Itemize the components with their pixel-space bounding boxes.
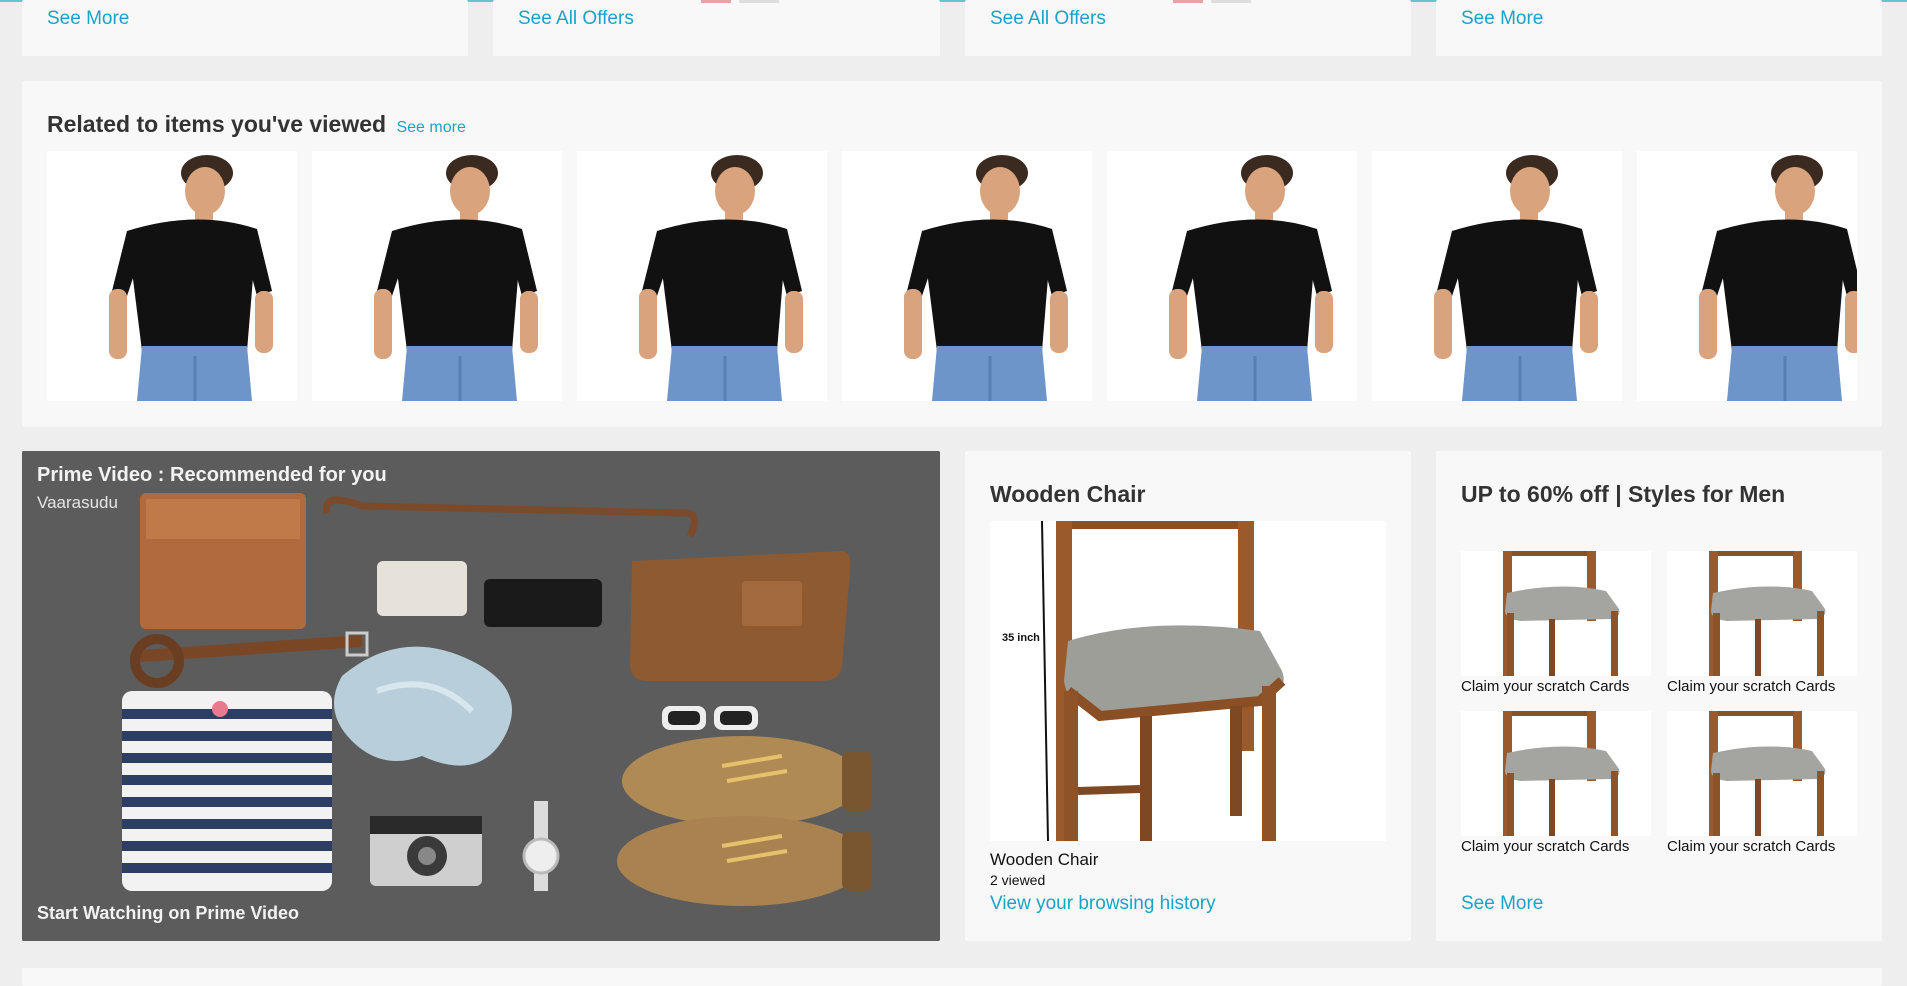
see-more-link[interactable]: See More <box>1461 8 1543 30</box>
style-item-image[interactable] <box>1461 551 1651 676</box>
styles-for-men-card: UP to 60% off | Styles for Men Claim you… <box>1436 451 1882 941</box>
related-item-tile[interactable] <box>47 151 297 401</box>
related-item-tile[interactable] <box>1637 151 1857 401</box>
wooden-chair-heading: Wooden Chair <box>990 481 1146 507</box>
viewed-count: 2 viewed <box>990 872 1046 888</box>
wooden-chair-image[interactable]: 35 inch <box>990 521 1386 841</box>
dimension-label: 35 inch <box>1002 632 1040 644</box>
related-section-title: Related to items you've viewed See more <box>47 111 466 138</box>
style-item-image[interactable] <box>1461 711 1651 836</box>
top-card-1: See More <box>22 0 468 56</box>
browsing-history-link[interactable]: View your browsing history <box>990 893 1216 915</box>
wooden-chair-card: Wooden Chair 35 inch Wooden Chair 2 view… <box>965 451 1411 941</box>
next-section-card <box>22 968 1882 986</box>
related-items-section: Related to items you've viewed See more <box>22 81 1882 427</box>
related-title-text: Related to items you've viewed <box>47 111 387 137</box>
related-see-more-link[interactable]: See more <box>396 119 465 136</box>
related-item-tile[interactable] <box>842 151 1092 401</box>
offer-image-sliver <box>701 0 781 5</box>
prime-card-subtitle: Vaarasudu <box>37 493 118 512</box>
top-card-2: See All Offers <box>493 0 940 56</box>
related-item-tile[interactable] <box>312 151 562 401</box>
scratch-card-caption[interactable]: Claim your scratch Cards <box>1461 678 1629 695</box>
top-card-3: See All Offers <box>965 0 1411 56</box>
tshirt-model-image <box>1107 151 1357 401</box>
tshirt-model-image <box>47 151 297 401</box>
related-item-tile[interactable] <box>577 151 827 401</box>
scratch-card-caption[interactable]: Claim your scratch Cards <box>1667 838 1835 855</box>
scratch-card-caption[interactable]: Claim your scratch Cards <box>1461 838 1629 855</box>
scratch-card-caption[interactable]: Claim your scratch Cards <box>1667 678 1835 695</box>
product-name[interactable]: Wooden Chair <box>990 850 1098 870</box>
see-all-offers-link[interactable]: See All Offers <box>990 8 1106 30</box>
tshirt-model-image <box>577 151 827 401</box>
style-item-image[interactable] <box>1667 711 1857 836</box>
style-item-image[interactable] <box>1667 551 1857 676</box>
offer-image-sliver <box>1173 0 1253 5</box>
related-item-tile[interactable] <box>1107 151 1357 401</box>
see-all-offers-link[interactable]: See All Offers <box>518 8 634 30</box>
tshirt-model-image <box>842 151 1092 401</box>
see-more-link[interactable]: See More <box>47 8 129 30</box>
tshirt-model-image <box>1637 151 1857 401</box>
related-item-tile[interactable] <box>1372 151 1622 401</box>
prime-video-card[interactable]: Prime Video : Recommended for you Vaaras… <box>22 451 940 941</box>
top-card-4: See More <box>1436 0 1882 56</box>
prime-card-title: Prime Video : Recommended for you <box>37 464 387 486</box>
start-watching-link[interactable]: Start Watching on Prime Video <box>37 903 299 924</box>
see-more-link[interactable]: See More <box>1461 893 1543 915</box>
flatlay-image <box>22 451 940 941</box>
styles-heading: UP to 60% off | Styles for Men <box>1461 481 1786 507</box>
tshirt-model-image <box>312 151 562 401</box>
tshirt-model-image <box>1372 151 1622 401</box>
